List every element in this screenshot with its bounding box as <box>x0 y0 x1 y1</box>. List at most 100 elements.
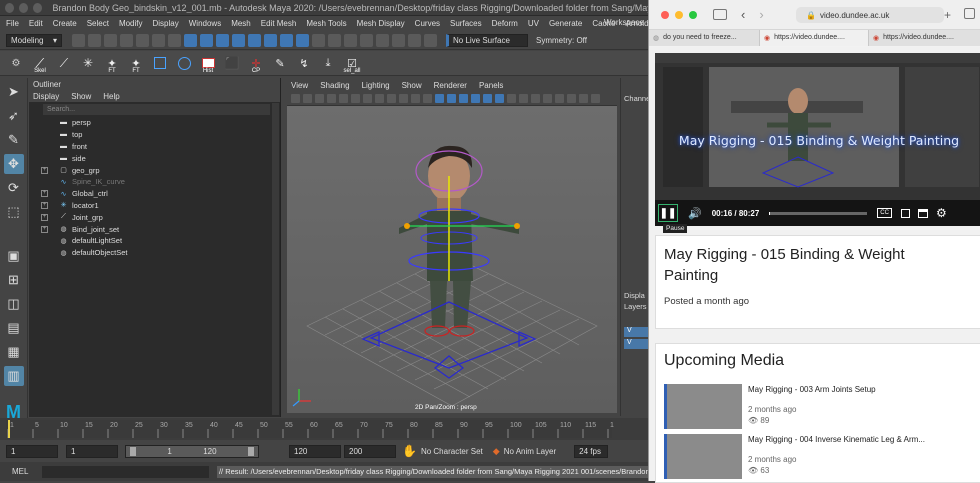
viewport-tool-icon[interactable] <box>303 94 312 103</box>
snap-plane-icon[interactable] <box>360 34 373 47</box>
outliner-menu-help[interactable]: Help <box>103 92 119 101</box>
address-bar[interactable]: 🔒 video.dundee.ac.uk <box>796 7 944 23</box>
viewport-tool-icon[interactable] <box>327 94 336 103</box>
end-frame-field[interactable]: 120 <box>289 445 341 458</box>
viewport-menu-renderer[interactable]: Renderer <box>434 81 467 90</box>
mask-curves-icon[interactable] <box>216 34 229 47</box>
viewport-tool-icon[interactable] <box>483 94 492 103</box>
close-window-icon[interactable] <box>661 11 669 19</box>
layout-custom-icon[interactable]: ▥ <box>4 366 24 386</box>
folder-icon[interactable] <box>72 34 85 47</box>
redo-icon[interactable] <box>120 34 133 47</box>
viewport-tool-icon[interactable] <box>555 94 564 103</box>
outliner-item[interactable]: ▬front <box>29 141 280 153</box>
shelf-weights-icon[interactable]: ⤓ <box>318 53 338 73</box>
range-handle-right[interactable] <box>248 447 254 456</box>
layout-side-icon[interactable]: ▤ <box>4 318 24 338</box>
upcoming-item-title[interactable]: May Rigging - 004 Inverse Kinematic Leg … <box>748 435 925 444</box>
layer-row[interactable]: V <box>624 339 648 349</box>
workspace-label[interactable]: Workspace <box>600 16 648 29</box>
video-player[interactable]: May Rigging - 015 Binding & Weight Paint… <box>655 53 980 226</box>
symmetry-label[interactable]: Symmetry: Off <box>536 36 587 45</box>
shelf-circle-icon[interactable] <box>174 53 194 73</box>
start-frame-field[interactable]: 1 <box>6 445 58 458</box>
settings-gear-icon[interactable]: ⚙ <box>936 206 947 220</box>
shelf-freeze-icon[interactable]: ⬛ <box>222 53 242 73</box>
expand-icon[interactable]: + <box>41 202 48 209</box>
rotate-tool-icon[interactable]: ⟳ <box>4 178 24 198</box>
viewport-tool-icon[interactable] <box>447 94 456 103</box>
video-progress[interactable] <box>769 212 867 215</box>
upcoming-item[interactable]: May Rigging - 004 Inverse Kinematic Leg … <box>664 434 980 480</box>
shelf-joint-icon[interactable]: ✳ <box>78 53 98 73</box>
outliner-item[interactable]: ◍defaultObjectSet <box>29 247 280 259</box>
menu-item-display[interactable]: Display <box>153 19 179 28</box>
viewport-tool-icon[interactable] <box>411 94 420 103</box>
anim-layer-label[interactable]: No Anim Layer <box>504 447 556 456</box>
paint-select-icon[interactable]: ✎ <box>4 130 24 150</box>
mel-input[interactable] <box>42 466 209 478</box>
shelf-square-icon[interactable] <box>150 53 170 73</box>
forward-icon[interactable]: › <box>759 7 763 22</box>
menu-item-select[interactable]: Select <box>87 19 109 28</box>
upcoming-thumbnail[interactable] <box>664 384 742 429</box>
viewport-canvas[interactable] <box>287 106 617 413</box>
shelf-hist-icon[interactable]: Hist <box>198 53 218 73</box>
mask-joints-icon[interactable] <box>200 34 213 47</box>
viewport-tool-icon[interactable] <box>507 94 516 103</box>
menu-item-generate[interactable]: Generate <box>549 19 582 28</box>
outliner-menu-show[interactable]: Show <box>71 92 91 101</box>
select-tool-icon[interactable]: ➤ <box>4 82 24 102</box>
upcoming-thumbnail[interactable] <box>664 434 742 479</box>
viewport-tool-icon[interactable] <box>399 94 408 103</box>
scale-tool-icon[interactable]: ⬚ <box>4 202 24 222</box>
viewport-tool-icon[interactable] <box>291 94 300 103</box>
shelf-paint-icon[interactable]: ✎ <box>270 53 290 73</box>
select-component-icon[interactable] <box>168 34 181 47</box>
outliner-item[interactable]: ∿Spine_IK_curve <box>29 176 280 188</box>
tab-3[interactable]: ◉https://video.dundee.... <box>869 30 980 46</box>
undo-icon[interactable] <box>104 34 117 47</box>
menu-item-edit[interactable]: Edit <box>29 19 43 28</box>
tab-2[interactable]: ◉https://video.dundee.... <box>760 30 869 46</box>
pip-icon[interactable] <box>918 209 928 218</box>
tab-overview-icon[interactable] <box>964 8 975 19</box>
outliner-item[interactable]: +▢geo_grp <box>29 164 280 176</box>
outliner-item[interactable]: ◍defaultLightSet <box>29 235 280 247</box>
render-settings-icon[interactable] <box>424 34 437 47</box>
mask-misc-icon[interactable] <box>296 34 309 47</box>
outliner-item[interactable]: +⟋Joint_grp <box>29 211 280 223</box>
shelf-select-all-icon[interactable]: ☑sel_all <box>342 53 362 73</box>
viewport-menu-lighting[interactable]: Lighting <box>362 81 390 90</box>
snap-grid-icon[interactable] <box>312 34 325 47</box>
expand-icon[interactable]: + <box>41 190 48 197</box>
outliner-item[interactable]: +∿Global_ctrl <box>29 188 280 200</box>
viewport-tool-icon[interactable] <box>351 94 360 103</box>
outliner-menu-display[interactable]: Display <box>33 92 59 101</box>
outliner-item[interactable]: ▬side <box>29 152 280 164</box>
range-slider[interactable]: 1 120 <box>125 445 259 458</box>
minimize-window-icon[interactable] <box>675 11 683 19</box>
viewport-tool-icon[interactable] <box>567 94 576 103</box>
menu-item-deform[interactable]: Deform <box>492 19 518 28</box>
cc-button[interactable]: CC <box>877 208 892 218</box>
fullscreen-window-icon[interactable] <box>689 11 697 19</box>
viewport-tool-icon[interactable] <box>471 94 480 103</box>
viewport-tool-icon[interactable] <box>579 94 588 103</box>
viewport-tool-icon[interactable] <box>339 94 348 103</box>
viewport-tool-icon[interactable] <box>543 94 552 103</box>
shelf-skin-icon[interactable]: ↯ <box>294 53 314 73</box>
viewport-tool-icon[interactable] <box>591 94 600 103</box>
range-handle-left[interactable] <box>130 447 136 456</box>
tab-1[interactable]: ◍do you need to freeze... <box>649 30 760 46</box>
anim-layer-icon[interactable]: ◆ <box>493 446 500 457</box>
save-icon[interactable] <box>88 34 101 47</box>
layout-single-icon[interactable]: ▣ <box>4 246 24 266</box>
live-surface-field[interactable]: No Live Surface <box>446 34 528 47</box>
minimize-icon[interactable] <box>19 3 28 13</box>
zoom-icon[interactable] <box>33 3 42 13</box>
outliner-item[interactable]: +✳locator1 <box>29 200 280 212</box>
sidebar-toggle-icon[interactable] <box>713 9 727 20</box>
back-icon[interactable]: ‹ <box>741 7 745 22</box>
viewport-tool-icon[interactable] <box>363 94 372 103</box>
